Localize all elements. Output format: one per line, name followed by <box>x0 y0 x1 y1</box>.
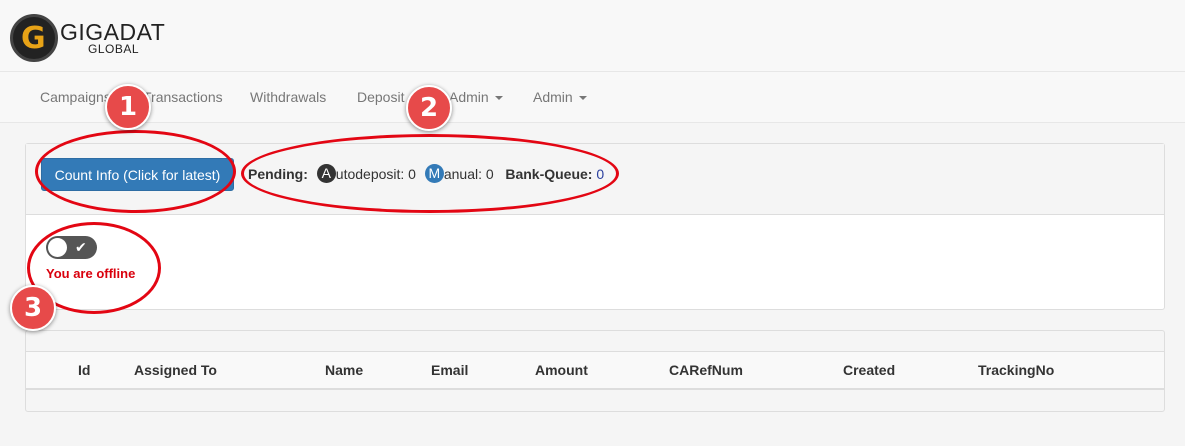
column-header-amount[interactable]: Amount <box>535 352 588 389</box>
logo-circle-icon: G <box>10 14 58 62</box>
caret-down-icon <box>494 96 503 101</box>
manual-count: anual: 0 <box>443 166 494 182</box>
column-header-email[interactable]: Email <box>431 352 468 389</box>
column-header-created[interactable]: Created <box>843 352 895 389</box>
transactions-table-panel: Id Assigned To Name Email Amount CARefNu… <box>25 330 1165 412</box>
column-header-name[interactable]: Name <box>325 352 363 389</box>
pending-label: Pending: <box>248 166 308 182</box>
column-header-carefnum[interactable]: CARefNum <box>669 352 743 389</box>
bank-queue-count: 0 <box>596 166 605 182</box>
annotation-marker-2: 2 <box>406 85 452 131</box>
nav-deposit[interactable]: Deposit <box>357 72 404 123</box>
table-header-row: Id Assigned To Name Email Amount CARefNu… <box>26 351 1164 390</box>
main-nav: Campaigns Transactions Withdrawals Depos… <box>0 72 1185 123</box>
nav-admin-2-label: Admin <box>533 89 573 105</box>
column-header-assigned-to[interactable]: Assigned To <box>134 352 217 389</box>
nav-withdrawals-label: Withdrawals <box>250 89 327 105</box>
nav-withdrawals[interactable]: Withdrawals <box>250 72 326 123</box>
offline-status: You are offline <box>46 266 136 281</box>
logo-letter: G <box>21 21 46 56</box>
autodeposit-badge: A <box>316 164 336 184</box>
nav-admin-1-label: Admin <box>449 89 489 105</box>
annotation-marker-1: 1 <box>105 84 151 130</box>
nav-transactions-label: Transactions <box>143 89 223 105</box>
column-header-trackingno[interactable]: TrackingNo <box>978 352 1054 389</box>
nav-transactions[interactable]: Transactions <box>143 72 223 123</box>
header: G GIGADAT GLOBAL <box>0 0 1185 72</box>
count-info-button[interactable]: Count Info (Click for latest) <box>41 158 234 191</box>
nav-campaigns[interactable]: Campaigns <box>40 72 111 123</box>
nav-admin-1[interactable]: Admin <box>449 72 503 123</box>
autodeposit-count: utodeposit: 0 <box>335 166 416 182</box>
bank-queue-label: Bank-Queue: <box>505 166 593 182</box>
caret-down-icon <box>578 96 587 101</box>
check-icon: ✔ <box>75 239 87 255</box>
annotation-marker-3: 3 <box>10 285 56 331</box>
brand-name: GIGADAT <box>60 19 166 45</box>
count-panel-heading: Count Info (Click for latest) Pending: A… <box>26 144 1164 215</box>
brand-logo[interactable]: G GIGADAT GLOBAL <box>10 14 180 64</box>
brand-sub: GLOBAL <box>88 42 140 56</box>
count-panel: Count Info (Click for latest) Pending: A… <box>25 143 1165 310</box>
online-toggle[interactable]: ✔ <box>46 236 97 259</box>
manual-badge: M <box>424 164 444 184</box>
pending-summary: Pending: Autodeposit: 0 Manual: 0 Bank-Q… <box>248 164 604 184</box>
nav-admin-2[interactable]: Admin <box>533 72 587 123</box>
toggle-knob <box>48 238 67 257</box>
nav-campaigns-label: Campaigns <box>40 89 111 105</box>
nav-deposit-label: Deposit <box>357 89 405 105</box>
column-header-id[interactable]: Id <box>78 352 90 389</box>
